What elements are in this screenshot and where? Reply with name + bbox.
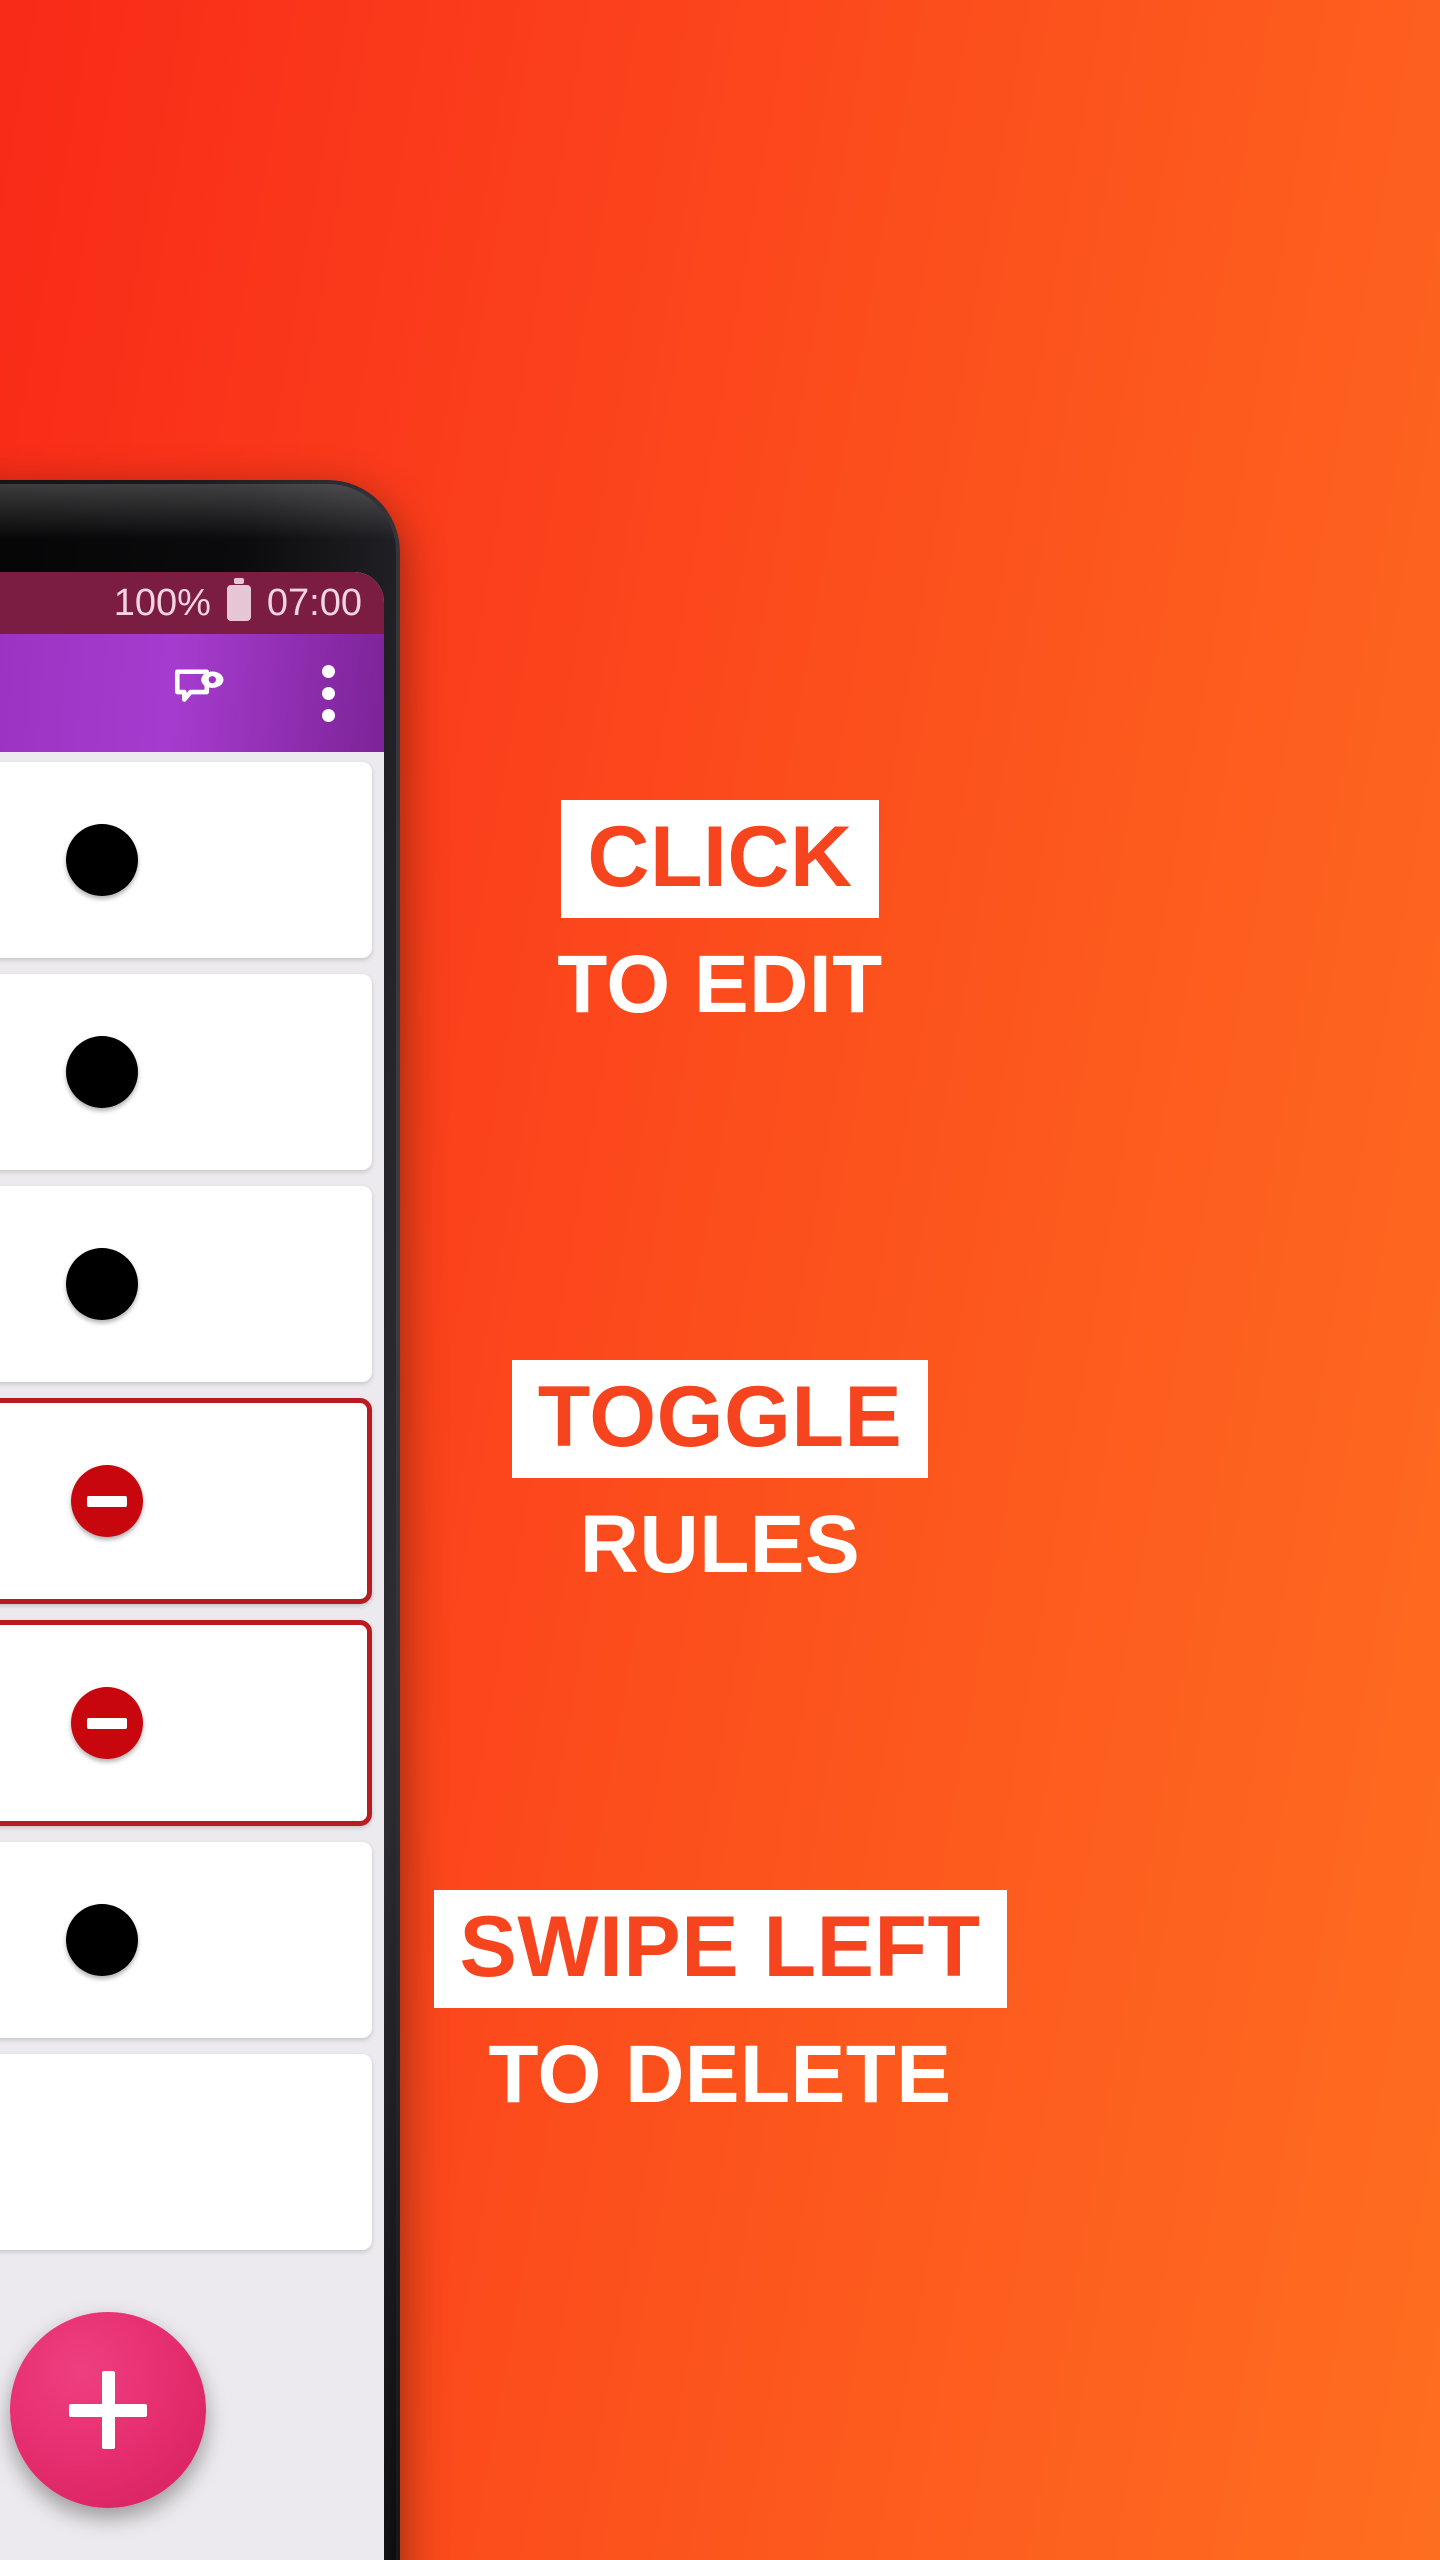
add-rule-fab[interactable] [10, 2312, 206, 2508]
message-preview-eye-icon[interactable] [162, 655, 238, 731]
clock-label: 07:00 [266, 581, 362, 624]
promo-highlight: TOGGLE [511, 1360, 929, 1478]
promo-subtitle: RULES [579, 1499, 861, 1590]
kebab-dot [321, 686, 335, 700]
promo-banner: 100% 07:00 CLICK TO EDIT TOGGLE RULES SW… [0, 0, 1440, 2560]
kebab-dot [321, 664, 335, 678]
rule-toggle-button[interactable] [66, 1904, 138, 1976]
app-toolbar [0, 634, 384, 752]
minus-icon [87, 1495, 127, 1507]
list-item[interactable] [0, 1186, 372, 1382]
kebab-dot [321, 708, 335, 722]
rule-toggle-button[interactable] [66, 1036, 138, 1108]
overflow-menu-icon[interactable] [290, 655, 366, 731]
battery-icon [226, 578, 251, 621]
rule-toggle-button[interactable] [66, 1248, 138, 1320]
promo-block-toggle-rules: TOGGLE RULES [240, 1360, 1200, 1586]
rule-toggle-button[interactable] [66, 824, 138, 896]
rule-toggle-button[interactable] [71, 1687, 143, 1759]
status-bar: 100% 07:00 [0, 572, 384, 634]
list-item[interactable] [0, 1620, 372, 1826]
promo-highlight: SWIPE LEFT [433, 1890, 1007, 2008]
promo-subtitle: TO DELETE [488, 2029, 952, 2120]
rule-toggle-button[interactable] [71, 1465, 143, 1537]
kebab-dots [321, 664, 335, 722]
minus-icon [87, 1717, 127, 1729]
promo-subtitle: TO EDIT [557, 939, 883, 1030]
plus-icon [63, 2365, 153, 2455]
promo-block-click-to-edit: CLICK TO EDIT [240, 800, 1200, 1026]
promo-block-swipe-left-to-delete: SWIPE LEFT TO DELETE [240, 1890, 1200, 2116]
battery-percent-label: 100% [113, 581, 211, 624]
promo-highlight: CLICK [561, 800, 879, 918]
